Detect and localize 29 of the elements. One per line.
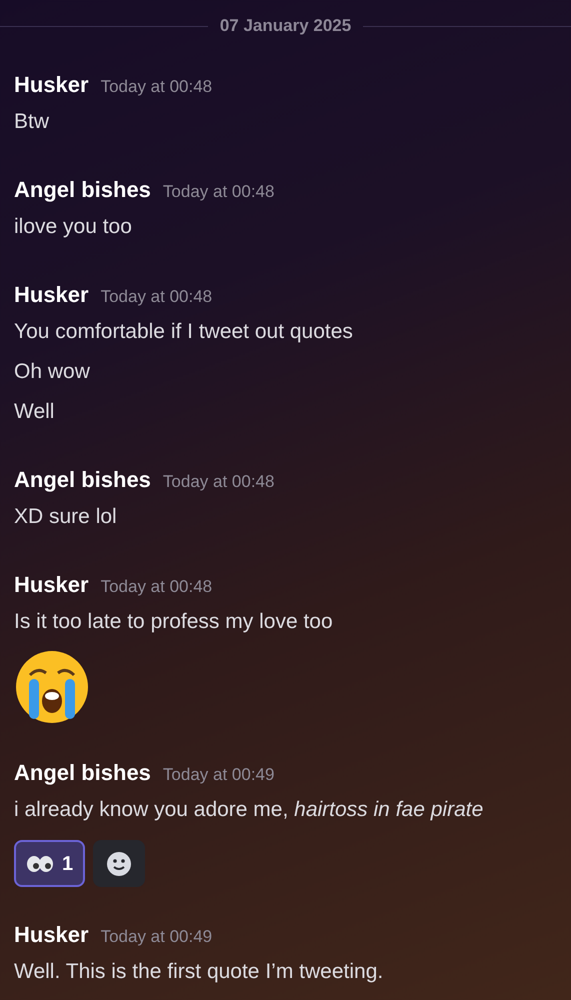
author-name[interactable]: Husker [14, 280, 89, 310]
message-time: Today at 00:48 [162, 471, 274, 493]
author-name[interactable]: Husker [14, 70, 89, 100]
message-time: Today at 00:49 [162, 764, 274, 786]
author-name[interactable]: Husker [14, 570, 89, 600]
message-text: ilove you too [14, 214, 133, 240]
message-text: Is it too late to profess my love too [14, 609, 334, 635]
add-reaction-button[interactable] [93, 840, 146, 887]
message-time: Today at 00:48 [100, 576, 212, 598]
message-text: Oh wow [14, 359, 91, 385]
message-time: Today at 00:48 [162, 181, 274, 203]
author-name[interactable]: Angel bishes [14, 465, 151, 495]
message-time: Today at 00:49 [100, 926, 212, 948]
message-text: i already know you adore me, hairtoss in fae pirate [14, 797, 484, 823]
author-name[interactable]: Angel bishes [14, 758, 151, 788]
message-text: You comfortable if I tweet out quotes [14, 319, 354, 345]
message-text: XD sure lol [14, 504, 118, 530]
message-time: Today at 00:48 [100, 76, 212, 98]
date-divider: 07 January 2025 [218, 15, 352, 37]
eyes-icon [26, 854, 54, 872]
message-text: Well. This is the first quote I’m tweeting. [14, 959, 384, 985]
author-name[interactable]: Husker [14, 920, 89, 950]
message-time: Today at 00:48 [100, 286, 212, 308]
message-text: Well [14, 399, 56, 425]
author-name[interactable]: Angel bishes [14, 175, 151, 205]
smiley-icon [106, 850, 132, 876]
reaction-chip[interactable]: 1 [14, 840, 86, 887]
crying-face-icon [14, 649, 90, 725]
message-text: Btw [14, 109, 50, 135]
